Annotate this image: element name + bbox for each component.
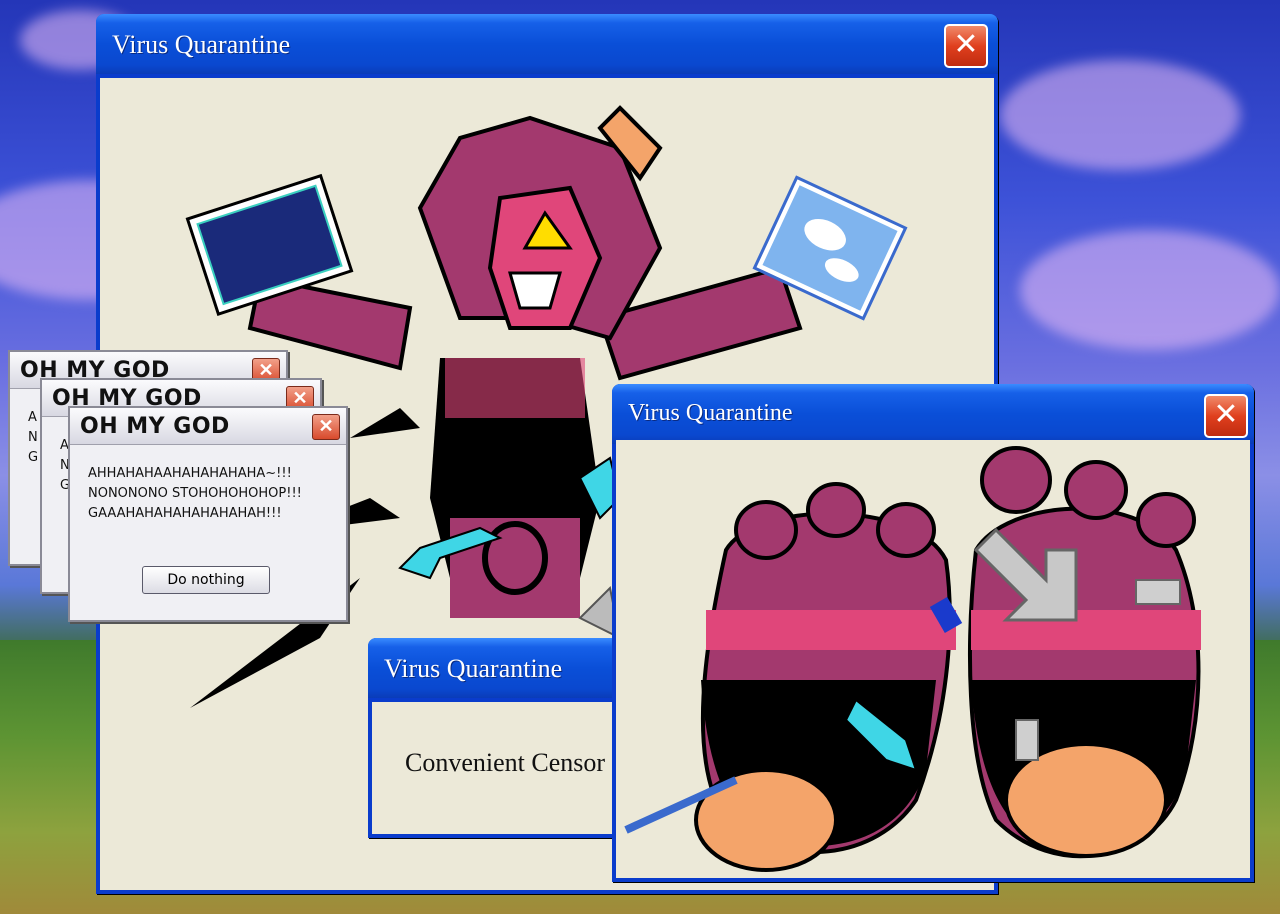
alert-title: OH MY GOD xyxy=(80,414,230,439)
comb-icon xyxy=(1135,579,1181,605)
do-nothing-button[interactable]: Do nothing xyxy=(142,566,270,594)
shadow-spike xyxy=(350,408,420,438)
toe xyxy=(806,482,866,538)
window-title: Virus Quarantine xyxy=(112,30,291,59)
close-icon[interactable]: ✕ xyxy=(1204,394,1248,438)
alert-message: A N G xyxy=(28,410,39,465)
left-foot-stripe xyxy=(706,610,956,650)
main-window-titlebar[interactable]: Virus Quarantine ✕ xyxy=(96,14,998,74)
toe xyxy=(1064,460,1128,520)
close-icon[interactable]: ✕ xyxy=(944,24,988,68)
feet-window-body xyxy=(616,440,1250,878)
alert-titlebar[interactable]: OH MY GOD ✕ xyxy=(70,408,346,445)
mesh-top xyxy=(445,358,585,418)
toe xyxy=(980,446,1052,514)
right-foot-stripe xyxy=(971,610,1201,650)
feet-illustration xyxy=(624,446,1201,872)
feet-quarantine-window: Virus Quarantine ✕ xyxy=(612,384,1254,882)
close-icon[interactable]: ✕ xyxy=(312,414,340,440)
toe xyxy=(876,502,936,558)
alert-dialog: OH MY GOD ✕ AHHAHAHAAHAHAHAHAHA~!!! NONO… xyxy=(68,406,348,622)
censor-message: Convenient Censor xyxy=(405,748,606,777)
grin xyxy=(508,271,562,310)
alert-message: AHHAHAHAAHAHAHAHAHA~!!! NONONONO STOHOHO… xyxy=(88,466,302,521)
window-title: Virus Quarantine xyxy=(384,654,563,683)
sky-cloud xyxy=(1020,230,1280,350)
toe xyxy=(734,500,798,560)
toe xyxy=(1136,492,1196,548)
window-title: Virus Quarantine xyxy=(628,400,793,426)
comb-icon xyxy=(1015,719,1039,761)
feet-window-titlebar[interactable]: Virus Quarantine ✕ xyxy=(612,384,1254,444)
sky-cloud xyxy=(1000,60,1240,170)
